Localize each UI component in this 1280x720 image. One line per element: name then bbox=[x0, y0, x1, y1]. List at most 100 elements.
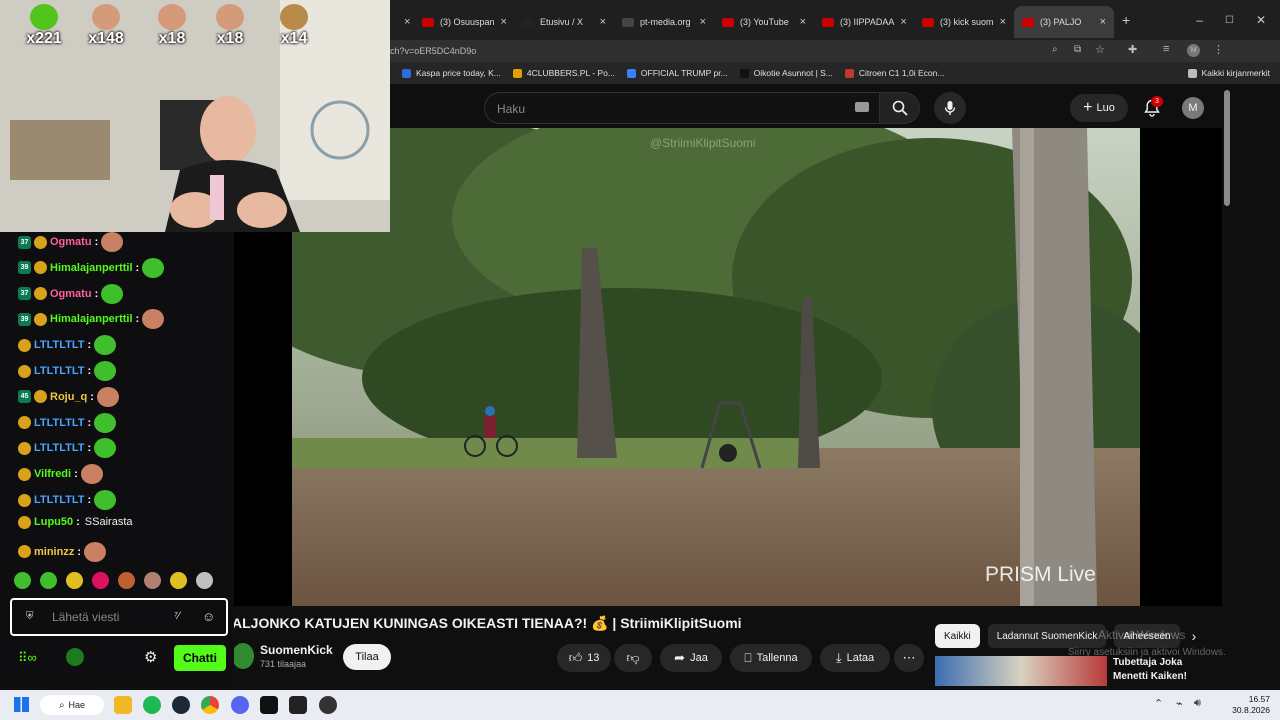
tab-close-icon[interactable]: × bbox=[398, 16, 410, 28]
bookmark-item[interactable]: Citroen C1 1,0i Econ... bbox=[844, 68, 944, 78]
bookmark-star-icon[interactable]: ☆ bbox=[1095, 43, 1105, 56]
subscribe-button[interactable]: Tilaa bbox=[343, 644, 391, 670]
page-scrollbar[interactable] bbox=[1224, 90, 1230, 206]
chat-settings-icon[interactable]: ⚙ bbox=[144, 648, 157, 666]
search-button[interactable] bbox=[880, 92, 920, 124]
channel-avatar[interactable] bbox=[232, 643, 254, 669]
quick-emote-icon[interactable] bbox=[118, 572, 135, 589]
browser-tab[interactable]: Etusivu / X × bbox=[514, 6, 614, 38]
chat-username[interactable]: mininzz bbox=[34, 546, 74, 558]
chat-username[interactable]: Ogmatu bbox=[50, 288, 92, 300]
create-button[interactable]: + Luo bbox=[1070, 94, 1128, 122]
more-actions-button[interactable]: ⋯ bbox=[894, 644, 924, 672]
chat-message: LTLTLTLT: bbox=[18, 335, 117, 356]
video-player[interactable] bbox=[292, 128, 1140, 606]
chat-username[interactable]: LTLTLTLT bbox=[34, 442, 85, 454]
tab-close-icon[interactable]: × bbox=[495, 16, 507, 28]
dislike-button[interactable]: 👎︎ bbox=[614, 644, 652, 672]
chat-username[interactable]: LTLTLTLT bbox=[34, 339, 85, 351]
browser-tab[interactable]: (3) PALJO × bbox=[1014, 6, 1114, 38]
tab-close-icon[interactable]: × bbox=[694, 16, 706, 28]
minimize-icon[interactable]: – bbox=[1196, 13, 1203, 27]
share-button[interactable]: ➦ Jaa bbox=[660, 644, 722, 672]
obs-icon[interactable] bbox=[319, 696, 337, 714]
chrome-icon[interactable] bbox=[201, 696, 219, 714]
keyboard-icon[interactable] bbox=[855, 102, 869, 112]
browser-menu-icon[interactable]: ⋮ bbox=[1213, 43, 1224, 56]
recommended-thumbnail[interactable] bbox=[935, 656, 1107, 686]
spotify-icon[interactable] bbox=[143, 696, 161, 714]
quick-emote-icon[interactable] bbox=[170, 572, 187, 589]
browser-tab[interactable]: (3) YouTube × bbox=[714, 6, 814, 38]
bookmark-item[interactable]: OFFICIAL TRUMP pr... bbox=[626, 68, 728, 78]
steam-icon[interactable] bbox=[172, 696, 190, 714]
kick-logo-icon[interactable] bbox=[66, 648, 84, 666]
extensions-icon[interactable]: ✚ bbox=[1128, 43, 1137, 56]
profile-avatar[interactable]: M bbox=[1187, 44, 1200, 57]
chat-username[interactable]: LTLTLTLT bbox=[34, 365, 85, 377]
file-explorer-icon[interactable] bbox=[114, 696, 132, 714]
account-avatar[interactable]: M bbox=[1182, 97, 1204, 119]
chat-send-button[interactable]: Chatti bbox=[174, 645, 226, 671]
tray-chevron-icon[interactable]: ⌃ bbox=[1154, 697, 1163, 710]
chat-username[interactable]: Lupu50 bbox=[34, 516, 73, 528]
channel-name[interactable]: SuomenKick bbox=[260, 643, 333, 657]
chat-username[interactable]: LTLTLTLT bbox=[34, 417, 85, 429]
quick-emote-icon[interactable] bbox=[14, 572, 31, 589]
address-bar[interactable]: ch?v=oER5DC4nD9o ⌕ ⧉ ☆ ✚ ≡ M ⋮ bbox=[390, 40, 1280, 62]
tab-close-icon[interactable]: × bbox=[894, 16, 906, 28]
voice-search-button[interactable] bbox=[934, 92, 966, 124]
tab-close-icon[interactable]: × bbox=[594, 16, 606, 28]
volume-icon[interactable]: 🔊︎ bbox=[1194, 697, 1201, 710]
bookmark-item[interactable]: 4CLUBBERS.PL - Po... bbox=[512, 68, 615, 78]
quick-emote-icon[interactable] bbox=[196, 572, 213, 589]
emote-counter: x14 bbox=[272, 4, 316, 48]
url-text[interactable]: ch?v=oER5DC4nD9o bbox=[390, 46, 476, 56]
zoom-icon[interactable]: ⌕ bbox=[1052, 44, 1058, 55]
quick-emote-icon[interactable] bbox=[66, 572, 83, 589]
chat-input[interactable]: ⛨ Lähetä viesti ⁷⁄ ☺ bbox=[10, 598, 228, 636]
emoji-icon[interactable]: ☺ bbox=[202, 609, 215, 624]
all-bookmarks-button[interactable]: Kaikki kirjanmerkit bbox=[1187, 68, 1270, 78]
bookmark-item[interactable]: Oikotie Asunnot | S... bbox=[739, 68, 833, 78]
chat-username[interactable]: Himalajanperttil bbox=[50, 313, 133, 325]
save-button[interactable]: ⎕ Tallenna bbox=[730, 644, 812, 672]
discord-icon[interactable] bbox=[231, 696, 249, 714]
chip-all[interactable]: Kaikki bbox=[935, 624, 980, 648]
chat-colon: : bbox=[87, 442, 92, 455]
gif-icon[interactable]: ⁷⁄ bbox=[174, 610, 180, 622]
bookmark-item[interactable]: Kaspa price today, K... bbox=[402, 68, 501, 78]
tab-close-icon[interactable]: × bbox=[794, 16, 806, 28]
recommended-title[interactable]: Tubettaja Joka Menetti Kaiken! bbox=[1113, 656, 1187, 684]
browser-tab[interactable]: pt-media.org × bbox=[614, 6, 714, 38]
search-input[interactable]: Haku bbox=[484, 92, 880, 124]
maximize-icon[interactable]: ☐ bbox=[1225, 15, 1234, 26]
browser-tab[interactable]: (3) IIPPADAA × bbox=[814, 6, 914, 38]
chat-username[interactable]: Vilfredi bbox=[34, 468, 71, 480]
browser-tab[interactable]: × bbox=[390, 6, 414, 38]
tab-close-icon[interactable]: × bbox=[994, 16, 1006, 28]
new-tab-button[interactable]: + bbox=[1122, 12, 1130, 28]
chat-username[interactable]: LTLTLTLT bbox=[34, 494, 85, 506]
rockstar-icon[interactable] bbox=[289, 696, 307, 714]
chat-username[interactable]: Himalajanperttil bbox=[50, 262, 133, 274]
quick-emote-icon[interactable] bbox=[144, 572, 161, 589]
taskbar-clock[interactable]: 16.57 30.8.2026 bbox=[1226, 694, 1270, 716]
cast-icon[interactable]: ⧉ bbox=[1074, 44, 1081, 55]
reading-list-icon[interactable]: ≡ bbox=[1163, 43, 1169, 55]
kick-points-icon[interactable]: ⠿∞ bbox=[18, 650, 37, 666]
tab-close-icon[interactable]: × bbox=[1094, 16, 1106, 28]
like-button[interactable]: 👍︎ 13 bbox=[557, 644, 611, 672]
download-button[interactable]: ⤓ Lataa bbox=[820, 644, 890, 672]
browser-tab[interactable]: (3) Osuuspan × bbox=[414, 6, 514, 38]
network-icon[interactable]: ⌁ bbox=[1176, 697, 1183, 710]
taskbar-search[interactable]: ⌕ Hae bbox=[40, 695, 104, 715]
browser-tab[interactable]: (3) kick suom × bbox=[914, 6, 1014, 38]
chat-username[interactable]: Roju_q bbox=[50, 391, 87, 403]
windows-start-icon[interactable] bbox=[14, 697, 29, 712]
x-app-icon[interactable] bbox=[260, 696, 278, 714]
chat-username[interactable]: Ogmatu bbox=[50, 236, 92, 248]
quick-emote-icon[interactable] bbox=[92, 572, 109, 589]
close-window-icon[interactable]: ✕ bbox=[1256, 13, 1266, 27]
quick-emote-icon[interactable] bbox=[40, 572, 57, 589]
